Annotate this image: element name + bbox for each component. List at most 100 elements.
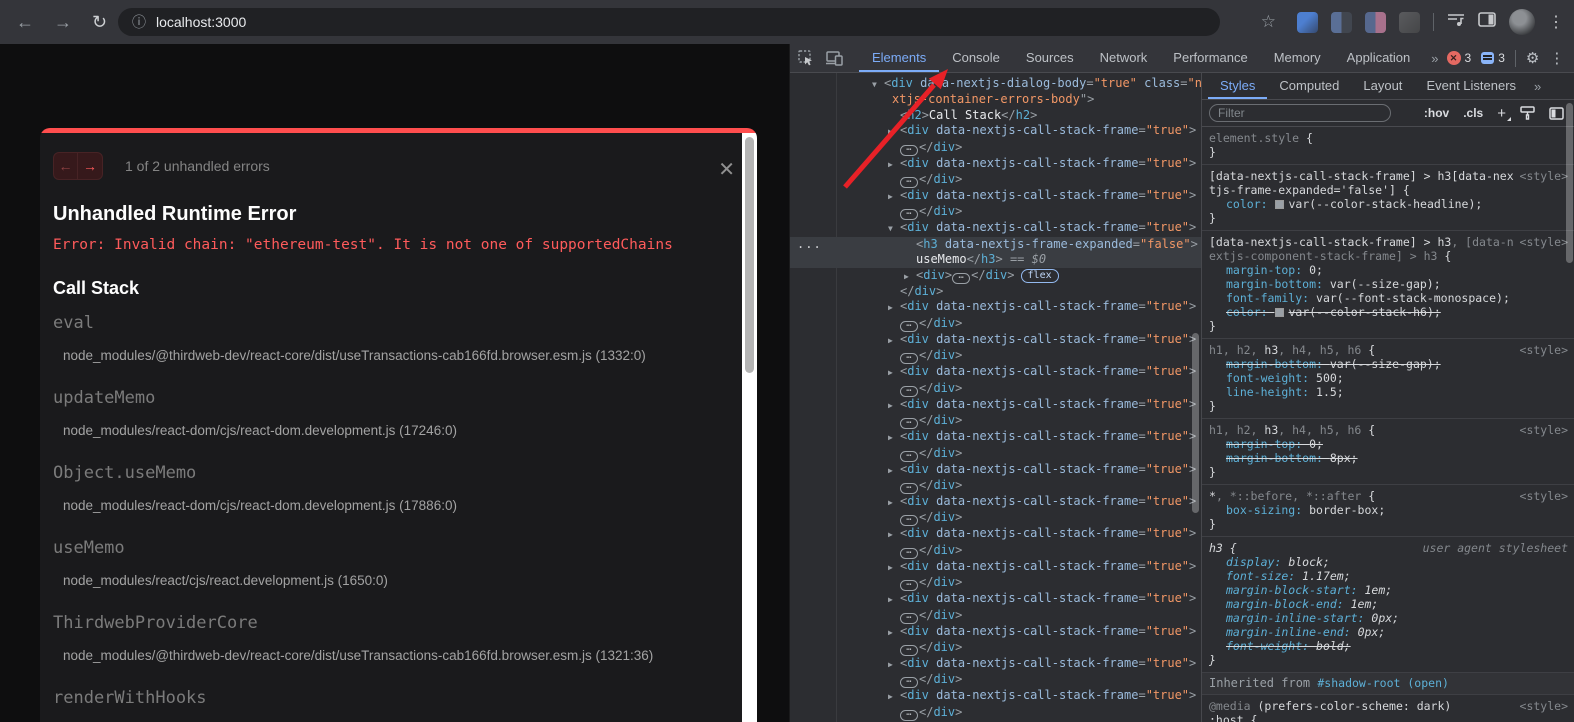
sidebar-tab-computed[interactable]: Computed (1267, 73, 1351, 99)
rule-origin[interactable]: <style> (1520, 699, 1568, 713)
stack-frame[interactable]: Object.useMemonode_modules/react-dom/cjs… (53, 463, 723, 513)
dom-node-row[interactable]: ⋯</div> (790, 316, 1201, 332)
collapsed-content-icon[interactable]: ⋯ (900, 710, 918, 721)
collapsed-arrow-icon[interactable]: ▶ (888, 560, 900, 575)
collapsed-arrow-icon[interactable]: ▶ (888, 124, 900, 139)
reload-icon[interactable]: ↻ (92, 12, 107, 33)
collapsed-arrow-icon[interactable]: ▶ (888, 689, 900, 704)
rendering-emulation-icon[interactable] (1520, 106, 1535, 120)
side-panel-icon[interactable] (1478, 12, 1496, 32)
rule-origin[interactable]: <style> (1520, 489, 1568, 503)
dom-node-row[interactable]: ▶<div data-nextjs-call-stack-frame="true… (790, 429, 1201, 445)
collapsed-content-icon[interactable]: ⋯ (900, 177, 918, 188)
collapsed-content-icon[interactable]: ⋯ (900, 145, 918, 156)
collapsed-content-icon[interactable]: ⋯ (900, 645, 918, 656)
collapsed-arrow-icon[interactable]: ▶ (888, 463, 900, 478)
dom-node-row[interactable]: ▼<div data-nextjs-call-stack-frame="true… (790, 220, 1201, 236)
css-rule[interactable]: element.style {} (1202, 127, 1574, 165)
site-info-icon[interactable]: ⓘ (132, 12, 146, 32)
css-rule[interactable]: <style>h1, h2, h3, h4, h5, h6 {margin-bo… (1202, 339, 1574, 419)
css-rule[interactable]: user agent stylesheeth3 {display: block;… (1202, 537, 1574, 673)
extension-icon[interactable] (1331, 12, 1352, 33)
collapsed-content-icon[interactable]: ⋯ (900, 613, 918, 624)
next-error-button[interactable]: → (78, 153, 102, 179)
css-property[interactable]: font-weight: 500; (1209, 371, 1516, 385)
styles-filter-input[interactable] (1209, 104, 1391, 122)
css-rule[interactable]: <style>[data-nextjs-call-stack-frame] > … (1202, 165, 1574, 231)
css-property[interactable]: font-weight: bold; (1209, 639, 1516, 653)
css-property[interactable]: margin-top: 0; (1209, 437, 1516, 451)
tab-application[interactable]: Application (1334, 44, 1424, 72)
dom-node-row[interactable]: ▶<div data-nextjs-call-stack-frame="true… (790, 332, 1201, 348)
toggle-hover-state-button[interactable]: :hov (1424, 106, 1449, 120)
collapsed-content-icon[interactable]: ⋯ (900, 321, 918, 332)
dom-node-row[interactable]: useMemo</h3> == $0 (790, 252, 1201, 267)
settings-gear-icon[interactable]: ⚙ (1526, 49, 1539, 67)
dom-node-row[interactable]: xtjs-container-errors-body"> (790, 92, 1201, 107)
dom-node-row[interactable]: ▶<div data-nextjs-call-stack-frame="true… (790, 526, 1201, 542)
browser-menu-icon[interactable]: ⋮ (1548, 12, 1564, 32)
stack-frame[interactable]: ThirdwebProviderCorenode_modules/@thirdw… (53, 613, 723, 663)
sidebar-more-tabs-icon[interactable]: » (1528, 73, 1547, 99)
extension-icon[interactable] (1365, 12, 1386, 33)
stack-frame[interactable]: updateMemonode_modules/react-dom/cjs/rea… (53, 388, 723, 438)
toggle-class-button[interactable]: .cls (1463, 106, 1483, 120)
dom-node-row[interactable]: ▶<div data-nextjs-call-stack-frame="true… (790, 397, 1201, 413)
dom-node-row[interactable]: ▶<div data-nextjs-call-stack-frame="true… (790, 123, 1201, 139)
sidebar-tab-styles[interactable]: Styles (1208, 73, 1267, 99)
collapsed-arrow-icon[interactable]: ▶ (888, 365, 900, 380)
dom-node-row[interactable]: </div> (790, 284, 1201, 299)
css-property[interactable]: margin-block-end: 1em; (1209, 597, 1516, 611)
css-property[interactable]: display: block; (1209, 555, 1516, 569)
media-controls-icon[interactable] (1447, 13, 1465, 32)
collapsed-content-icon[interactable]: ⋯ (900, 386, 918, 397)
shadow-root-link[interactable]: #shadow-root (open) (1317, 676, 1449, 690)
computed-sidebar-toggle-icon[interactable] (1549, 107, 1564, 120)
css-rule[interactable]: <style>@media (prefers-color-scheme: dar… (1202, 695, 1574, 722)
collapsed-arrow-icon[interactable]: ▶ (888, 157, 900, 172)
issues-badge[interactable]: 3 (1481, 51, 1505, 65)
dialog-scrollbar[interactable] (742, 133, 757, 722)
css-property[interactable]: margin-inline-start: 0px; (1209, 611, 1516, 625)
profile-avatar[interactable] (1509, 9, 1535, 35)
close-overlay-button[interactable]: ✕ (718, 157, 735, 182)
collapsed-content-icon[interactable]: ⋯ (900, 580, 918, 591)
dom-node-row[interactable]: ⋯</div> (790, 172, 1201, 188)
collapsed-content-icon[interactable]: ⋯ (900, 209, 918, 220)
stack-frame[interactable]: evalnode_modules/@thirdweb-dev/react-cor… (53, 313, 723, 363)
dom-node-row[interactable]: ▶<div>⋯</div>flex (790, 268, 1201, 284)
collapsed-arrow-icon[interactable]: ▶ (888, 300, 900, 315)
dom-node-row[interactable]: ▼<div data-nextjs-dialog-body="true" cla… (790, 76, 1201, 92)
css-property[interactable]: color: var(--color-stack-headline); (1209, 197, 1516, 211)
dom-node-row[interactable]: <h2>Call Stack</h2> (790, 108, 1201, 123)
collapsed-content-icon[interactable]: ⋯ (900, 451, 918, 462)
expanded-arrow-icon[interactable]: ▼ (888, 221, 900, 236)
css-rule[interactable]: <style>h1, h2, h3, h4, h5, h6 {margin-to… (1202, 419, 1574, 485)
expanded-arrow-icon[interactable]: ▼ (872, 77, 884, 92)
stack-frame[interactable]: renderWithHooksnode_modules/react-dom/cj… (53, 688, 723, 722)
css-property[interactable]: margin-bottom: var(--size-gap); (1209, 357, 1516, 371)
collapsed-content-icon[interactable]: ⋯ (900, 353, 918, 364)
collapsed-arrow-icon[interactable]: ▶ (888, 592, 900, 607)
dom-node-row[interactable]: ⋯</div> (790, 381, 1201, 397)
dom-node-row[interactable]: ⋯</div> (790, 446, 1201, 462)
dialog-scrollbar-thumb[interactable] (745, 137, 754, 373)
dom-node-row[interactable]: ▶<div data-nextjs-call-stack-frame="true… (790, 462, 1201, 478)
tab-performance[interactable]: Performance (1160, 44, 1260, 72)
extension-icon[interactable] (1399, 12, 1420, 33)
color-swatch[interactable] (1275, 308, 1284, 317)
css-property[interactable]: margin-inline-end: 0px; (1209, 625, 1516, 639)
dom-node-row[interactable]: ⋯</div> (790, 575, 1201, 591)
dom-node-row[interactable]: ⋯</div> (790, 672, 1201, 688)
collapsed-content-icon[interactable]: ⋯ (900, 677, 918, 688)
dom-node-row[interactable]: ⋯</div> (790, 510, 1201, 526)
css-property[interactable]: box-sizing: border-box; (1209, 503, 1516, 517)
dom-node-row[interactable]: ⋯</div> (790, 413, 1201, 429)
dom-node-row[interactable]: ⋯</div> (790, 705, 1201, 721)
dom-node-row[interactable]: ▶<div data-nextjs-call-stack-frame="true… (790, 156, 1201, 172)
css-rule[interactable]: <style>[data-nextjs-call-stack-frame] > … (1202, 231, 1574, 339)
more-tabs-icon[interactable]: » (1423, 44, 1446, 72)
dom-node-row[interactable]: ⋯</div> (790, 478, 1201, 494)
css-property[interactable]: line-height: 1.5; (1209, 385, 1516, 399)
sidebar-tab-layout[interactable]: Layout (1351, 73, 1414, 99)
